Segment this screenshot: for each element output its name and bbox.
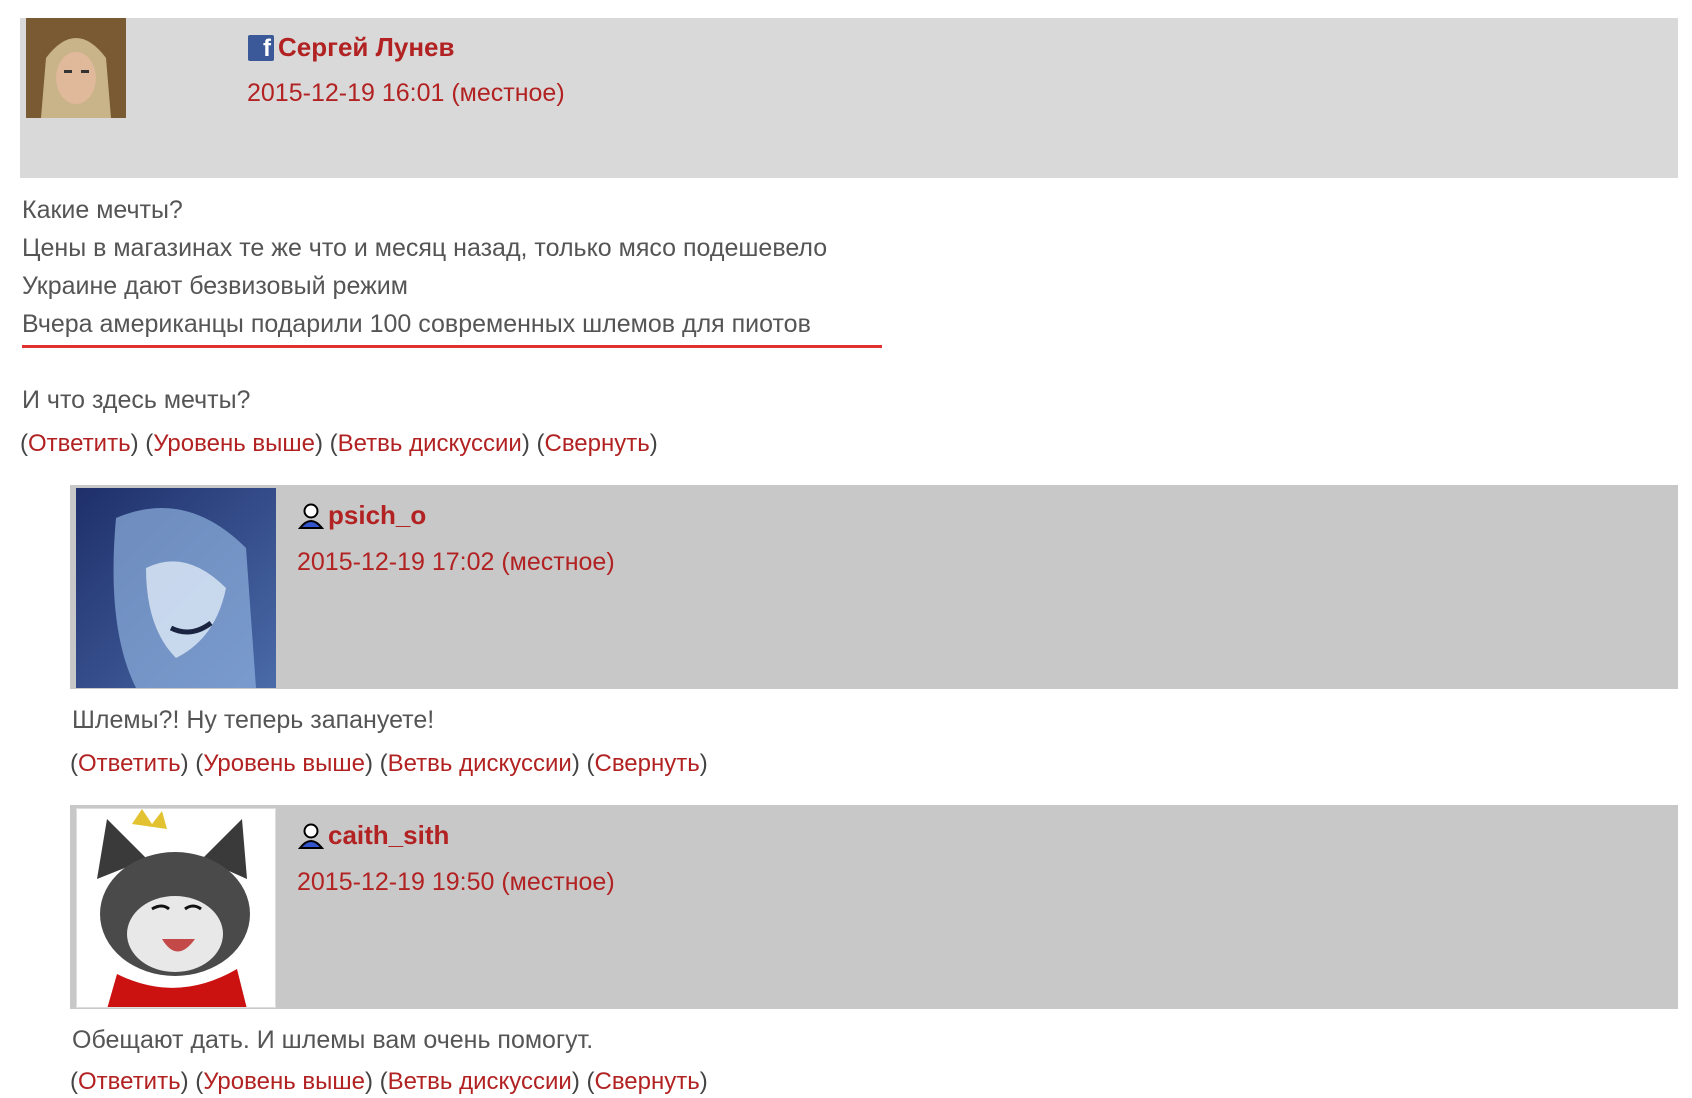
parent-link[interactable]: Уровень выше bbox=[203, 1068, 365, 1095]
thread-link[interactable]: Ветвь дискуссии bbox=[388, 1068, 572, 1095]
avatar[interactable] bbox=[76, 808, 276, 1008]
reply-link[interactable]: Ответить bbox=[78, 1068, 181, 1095]
user-name: caith_sith bbox=[328, 820, 450, 850]
user-name-link[interactable]: caith_sith bbox=[297, 820, 450, 851]
user-icon bbox=[297, 822, 325, 850]
comment-text-line: Обещают дать. И шлемы вам очень помогут. bbox=[72, 1026, 594, 1054]
collapse-link[interactable]: Свернуть bbox=[594, 1068, 699, 1095]
comment-actions: (Ответить) (Уровень выше) (Ветвь дискусс… bbox=[70, 1068, 708, 1095]
comment-date: 2015-12-19 19:50 (местное) bbox=[297, 868, 615, 896]
comment-3: caith_sith 2015-12-19 19:50 (местное) Об… bbox=[0, 0, 1692, 1098]
